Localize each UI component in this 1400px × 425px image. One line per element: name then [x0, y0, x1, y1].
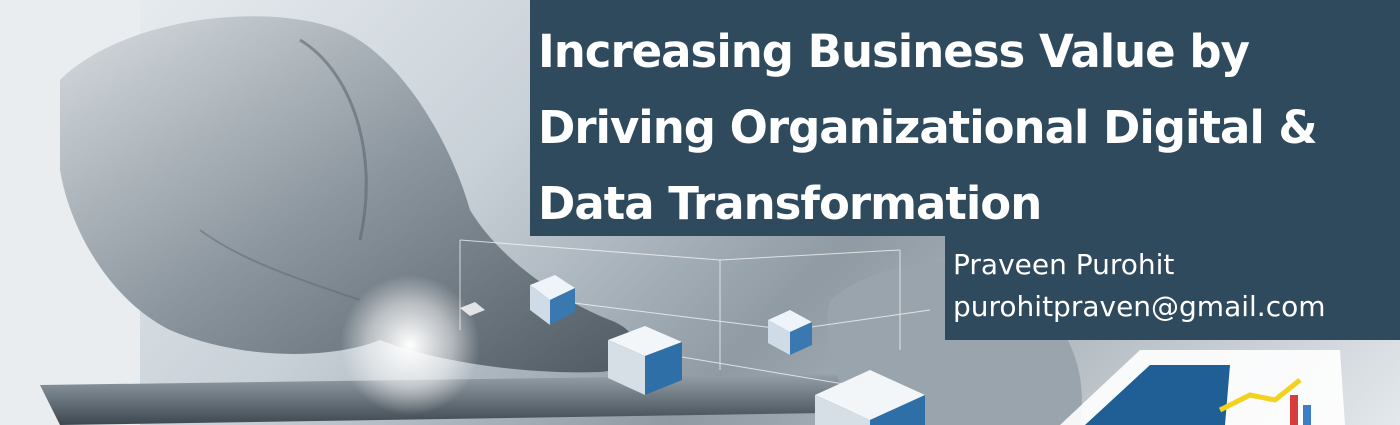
author-name: Praveen Purohit [953, 248, 1175, 281]
banner: Increasing Business Value by Driving Org… [0, 0, 1400, 425]
title-panel: Increasing Business Value by Driving Org… [530, 0, 1400, 236]
touch-glow [340, 275, 480, 415]
author-email: purohitpraven@gmail.com [953, 290, 1326, 323]
chart-panel [1060, 350, 1345, 425]
banner-title: Increasing Business Value by Driving Org… [538, 25, 1318, 230]
holo-cube-3 [768, 310, 812, 355]
author-panel: Praveen Purohit purohitpraven@gmail.com [945, 236, 1400, 340]
